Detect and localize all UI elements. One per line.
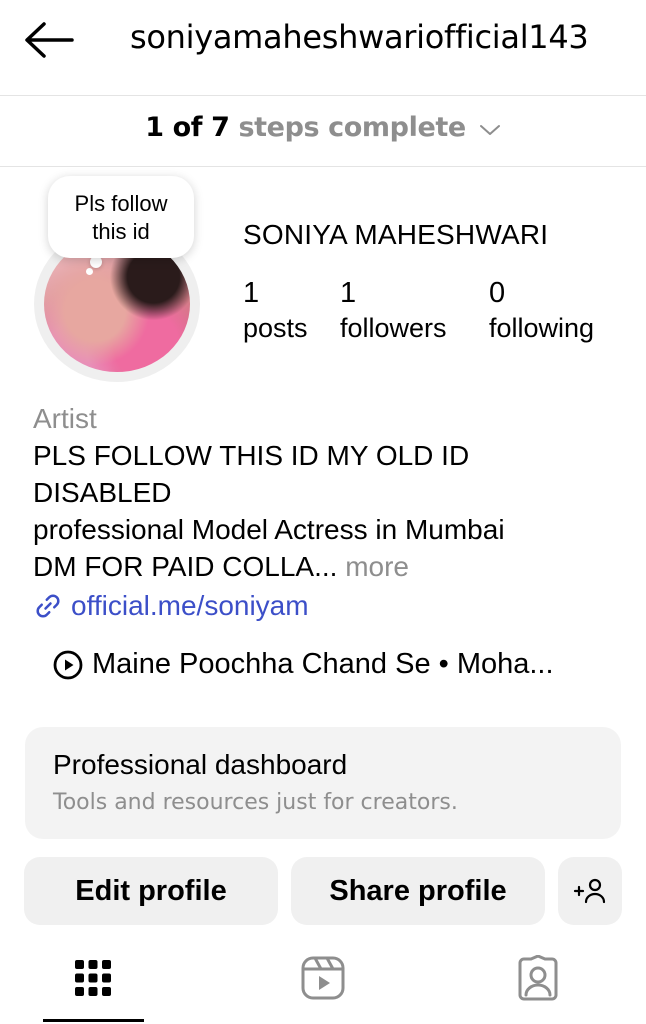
play-circle-icon xyxy=(53,650,83,679)
chevron-down-icon xyxy=(479,113,501,144)
posts-count: 1 xyxy=(243,277,260,309)
profile-full-name: SONIYA MAHESHWARI xyxy=(243,219,549,250)
music-title: Maine Poochha Chand Se • Moha... xyxy=(92,648,554,680)
following-count: 0 xyxy=(489,277,506,309)
active-tab-indicator xyxy=(43,1019,144,1022)
reels-icon xyxy=(301,956,345,1000)
bio-link-text: official.me/soniyam xyxy=(71,590,309,621)
tab-reels[interactable] xyxy=(273,946,373,1010)
stat-following[interactable]: 0 following xyxy=(489,276,594,346)
header-divider xyxy=(0,95,646,96)
note-tail-small xyxy=(86,268,93,275)
bio-category: Artist xyxy=(33,403,97,434)
profile-note[interactable]: Pls follow this id xyxy=(48,176,194,258)
tab-tagged[interactable] xyxy=(488,946,588,1010)
posts-label: posts xyxy=(243,313,308,343)
link-icon xyxy=(36,593,60,618)
bio-more-link[interactable]: more xyxy=(345,551,409,582)
dashboard-title: Professional dashboard xyxy=(53,749,348,780)
tab-posts-grid[interactable] xyxy=(43,946,143,1010)
following-label: following xyxy=(489,313,595,343)
steps-count: 1 of 7 xyxy=(145,112,230,143)
note-line-2: this id xyxy=(92,219,150,244)
steps-divider xyxy=(0,166,646,167)
stat-posts[interactable]: 1 posts xyxy=(243,276,308,346)
edit-profile-button[interactable]: Edit profile xyxy=(24,857,278,925)
add-person-icon xyxy=(573,878,606,904)
share-profile-button[interactable]: Share profile xyxy=(291,857,545,925)
bio-line-4-text: DM FOR PAID COLLA... xyxy=(33,551,338,582)
bio-link[interactable]: official.me/soniyam xyxy=(33,587,633,624)
followers-count: 1 xyxy=(340,277,357,309)
dashboard-subtitle: Tools and resources just for creators. xyxy=(53,790,458,815)
grid-icon xyxy=(75,960,111,996)
bio-line-2: DISABLED xyxy=(33,477,172,508)
steps-label: steps complete xyxy=(238,112,466,143)
discover-people-button[interactable] xyxy=(558,857,622,925)
top-bar: soniyamaheshwariofficial143 xyxy=(0,0,646,84)
professional-dashboard[interactable]: Professional dashboard Tools and resourc… xyxy=(25,727,621,839)
back-button[interactable] xyxy=(22,20,76,60)
bio-line-3: professional Model Actress in Mumbai xyxy=(33,514,505,545)
arrow-left-icon xyxy=(25,22,74,58)
edit-profile-label: Edit profile xyxy=(75,874,227,907)
share-profile-label: Share profile xyxy=(329,874,507,907)
steps-complete-toggle[interactable]: 1 of 7 steps complete xyxy=(0,112,646,144)
note-line-1: Pls follow xyxy=(74,191,168,216)
bio-line-4: DM FOR PAID COLLA... more xyxy=(33,548,633,585)
profile-bio: Artist PLS FOLLOW THIS ID MY OLD ID DISA… xyxy=(33,400,633,624)
bio-line-1: PLS FOLLOW THIS ID MY OLD ID xyxy=(33,440,470,471)
profile-page: soniyamaheshwariofficial143 1 of 7 steps… xyxy=(0,0,646,1024)
profile-username: soniyamaheshwariofficial143 xyxy=(130,18,589,56)
tagged-icon xyxy=(518,955,558,1001)
followers-label: followers xyxy=(340,313,447,343)
profile-music[interactable]: Maine Poochha Chand Se • Moha... xyxy=(52,648,554,681)
stat-followers[interactable]: 1 followers xyxy=(340,276,447,346)
